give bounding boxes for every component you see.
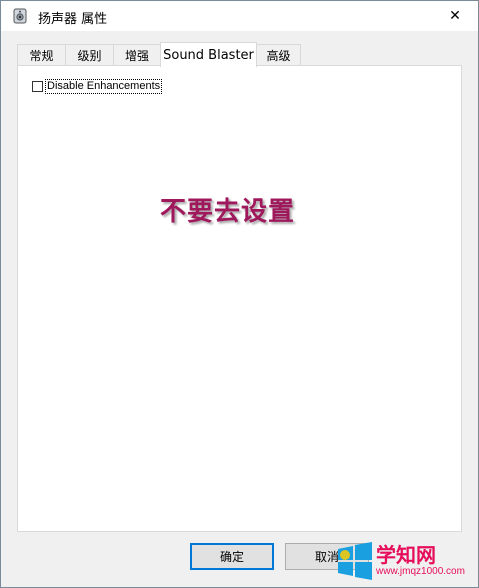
close-icon: ✕ — [449, 8, 461, 24]
tab-enhancements[interactable]: 增强 — [113, 44, 161, 65]
tab-label: 级别 — [77, 48, 102, 63]
tab-label: 增强 — [124, 48, 149, 63]
tab-panel: Disable Enhancements 不要去设置 — [17, 65, 462, 532]
tab-advanced[interactable]: 高级 — [256, 44, 301, 65]
tab-label: Sound Blaster — [163, 47, 254, 63]
disable-enhancements-option[interactable]: Disable Enhancements — [32, 79, 163, 94]
watermark-url: www.jmqz1000.com — [376, 566, 465, 577]
watermark-brand: 学知网 — [376, 543, 436, 567]
disable-enhancements-label[interactable]: Disable Enhancements — [44, 79, 163, 94]
ok-button-label: 确定 — [219, 550, 244, 564]
speaker-properties-icon — [13, 8, 27, 24]
watermark: 学知网 www.jmqz1000.com — [336, 537, 476, 585]
tab-label: 高级 — [266, 48, 291, 63]
ok-button[interactable]: 确定 — [190, 543, 274, 570]
title-bar[interactable]: 扬声器 属性 ✕ — [1, 1, 478, 31]
annotation-text: 不要去设置 — [160, 197, 296, 227]
window-title: 扬声器 属性 — [38, 12, 108, 27]
tab-general[interactable]: 常规 — [17, 44, 66, 65]
tab-levels[interactable]: 级别 — [65, 44, 114, 65]
windows-logo-icon — [336, 541, 374, 585]
close-button[interactable]: ✕ — [432, 1, 478, 31]
tab-sound-blaster[interactable]: Sound Blaster — [160, 42, 257, 67]
tab-strip: 常规 级别 增强 Sound Blaster 高级 — [17, 42, 461, 67]
tab-label: 常规 — [29, 48, 54, 63]
disable-enhancements-checkbox[interactable] — [32, 81, 43, 92]
speaker-properties-dialog: 扬声器 属性 ✕ 常规 级别 增强 Sound Blaster 高级 Disab… — [0, 0, 479, 588]
